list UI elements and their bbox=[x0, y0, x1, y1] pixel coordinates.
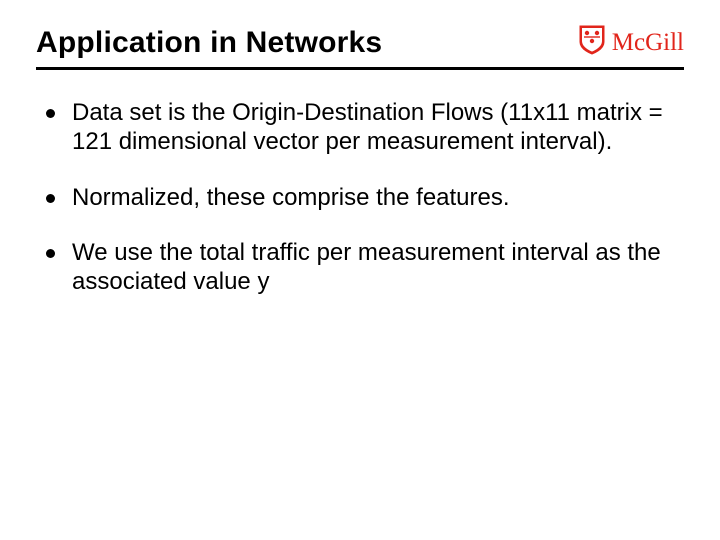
list-item: Data set is the Origin-Destination Flows… bbox=[46, 98, 684, 157]
mcgill-logo: McGill bbox=[578, 24, 684, 61]
list-item: Normalized, these comprise the features. bbox=[46, 183, 684, 212]
logo-text: McGill bbox=[612, 29, 684, 57]
slide-title: Application in Networks bbox=[36, 26, 382, 60]
list-item: We use the total traffic per measurement… bbox=[46, 238, 684, 297]
shield-icon bbox=[578, 24, 606, 61]
slide: Application in Networks McGill Data set … bbox=[0, 0, 720, 540]
bullet-list: Data set is the Origin-Destination Flows… bbox=[36, 98, 684, 296]
slide-header: Application in Networks McGill bbox=[36, 24, 684, 70]
